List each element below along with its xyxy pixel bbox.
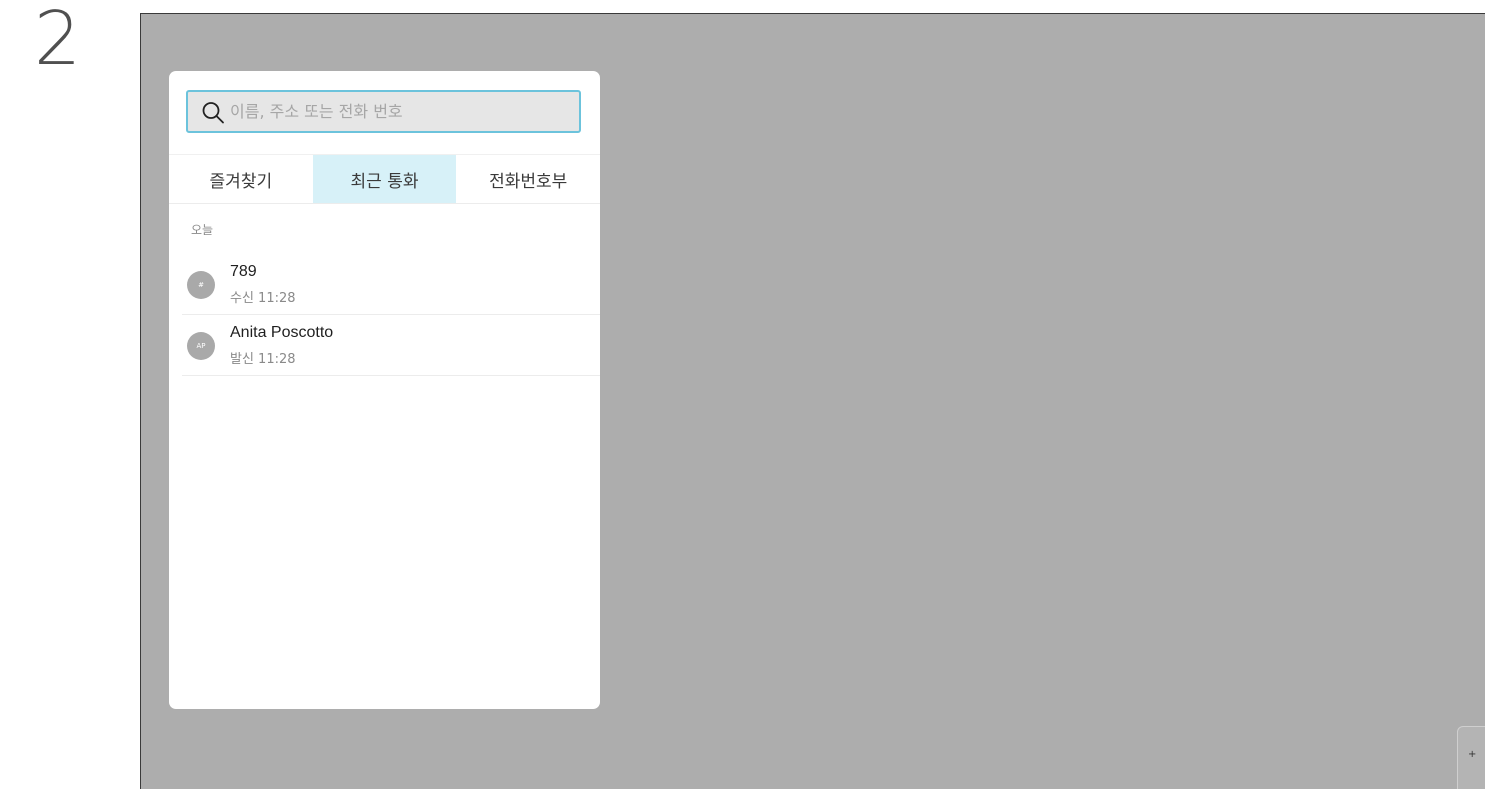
call-detail: 발신 11:28 [230,352,296,367]
call-name: 789 [230,263,257,280]
call-list: # 789 수신 11:28 AP Anita Poscotto 발신 11:2… [182,254,600,376]
search-icon [202,102,224,124]
call-name: Anita Poscotto [230,324,334,341]
call-item[interactable]: AP Anita Poscotto 발신 11:28 [182,315,600,376]
call-detail: 수신 11:28 [230,291,296,306]
plus-icon: + [1468,749,1477,760]
step-number: 2 [34,0,82,82]
tab-favorites[interactable]: 즐겨찾기 [169,155,313,203]
section-label-today: 오늘 [191,223,214,237]
tab-directory[interactable]: 전화번호부 [456,155,600,203]
device-screen: 즐겨찾기 최근 통화 전화번호부 오늘 # 789 수신 11:28 AP An… [140,13,1485,789]
avatar: # [187,271,215,299]
tab-recent-calls[interactable]: 최근 통화 [312,155,457,203]
call-item[interactable]: # 789 수신 11:28 [182,254,600,315]
search-box[interactable] [186,90,581,133]
search-input[interactable] [230,92,570,131]
avatar: AP [187,332,215,360]
call-panel: 즐겨찾기 최근 통화 전화번호부 오늘 # 789 수신 11:28 AP An… [169,71,600,709]
tab-bar: 즐겨찾기 최근 통화 전화번호부 [169,154,600,204]
corner-button[interactable]: + [1457,726,1485,789]
